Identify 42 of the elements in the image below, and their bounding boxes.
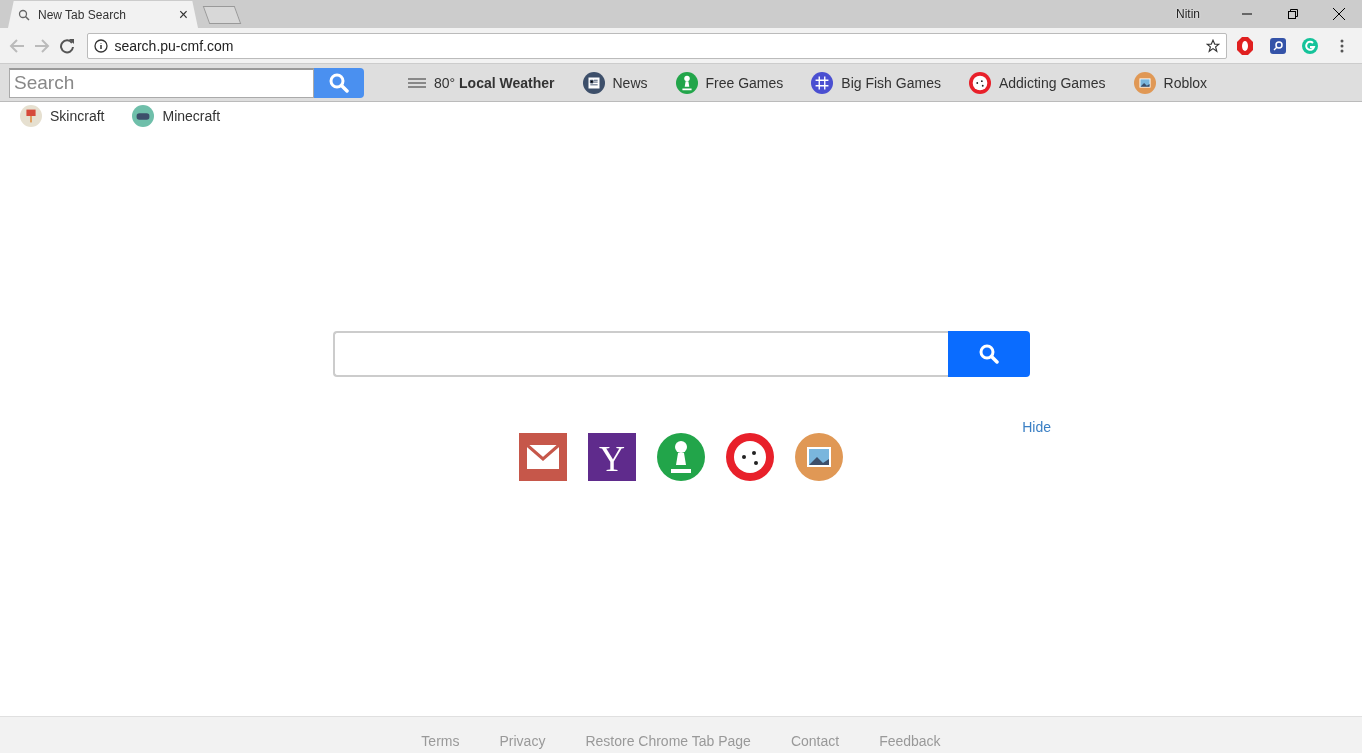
pawn-icon bbox=[657, 433, 705, 481]
yahoo-logo[interactable]: Y bbox=[588, 433, 636, 481]
newspaper-icon bbox=[582, 71, 605, 94]
picture-frame-icon bbox=[795, 433, 843, 481]
menu-icon[interactable] bbox=[1339, 38, 1344, 53]
search-button[interactable] bbox=[314, 67, 364, 98]
star-icon[interactable] bbox=[1206, 38, 1221, 53]
close-icon[interactable] bbox=[1333, 8, 1345, 20]
close-tab-button[interactable]: × bbox=[178, 5, 188, 24]
toolbar-link[interactable]: Minecraft bbox=[132, 105, 221, 127]
paint-brush-icon bbox=[20, 105, 42, 127]
info-icon bbox=[94, 38, 109, 53]
toolbar-link[interactable]: Big Fish Games bbox=[811, 71, 941, 94]
toolbar-link[interactable]: 80° Local Weather bbox=[408, 74, 555, 91]
search-icon bbox=[978, 344, 999, 364]
toolbar-link[interactable]: Skincraft bbox=[20, 105, 105, 127]
restore-icon[interactable] bbox=[1288, 9, 1298, 19]
hide-link[interactable]: Hide bbox=[1022, 419, 1051, 435]
search-button[interactable] bbox=[947, 331, 1030, 377]
magnifier-icon[interactable] bbox=[1269, 37, 1286, 54]
reload-icon[interactable] bbox=[58, 37, 75, 54]
toolbar-link[interactable]: News bbox=[582, 71, 648, 94]
search-icon bbox=[329, 72, 349, 93]
toolbar-link[interactable]: Roblox bbox=[1133, 71, 1208, 94]
stop-sign-icon[interactable] bbox=[1237, 36, 1254, 55]
toolbar-link[interactable]: Free Games bbox=[675, 71, 784, 94]
search-icon bbox=[18, 8, 30, 21]
search-field[interactable] bbox=[332, 331, 948, 377]
toolbar-link[interactable]: Addicting Games bbox=[968, 71, 1106, 94]
envelope-icon[interactable] bbox=[519, 433, 567, 481]
profile-name[interactable]: Nitin bbox=[1176, 7, 1200, 21]
waves-icon bbox=[408, 76, 426, 89]
pawn-icon bbox=[675, 71, 698, 94]
browser-tab[interactable]: New Tab Search × bbox=[8, 1, 198, 28]
picture-frame-icon bbox=[1133, 71, 1156, 94]
tab-title: New Tab Search bbox=[38, 7, 127, 22]
gamepad-icon bbox=[132, 105, 155, 127]
search-field[interactable]: Search bbox=[9, 67, 314, 98]
dice-icon bbox=[968, 71, 991, 94]
dice-icon bbox=[726, 433, 774, 481]
tic-tac-toe-icon bbox=[811, 71, 834, 94]
address-bar[interactable]: search.pu-cmf.com bbox=[87, 32, 1228, 59]
